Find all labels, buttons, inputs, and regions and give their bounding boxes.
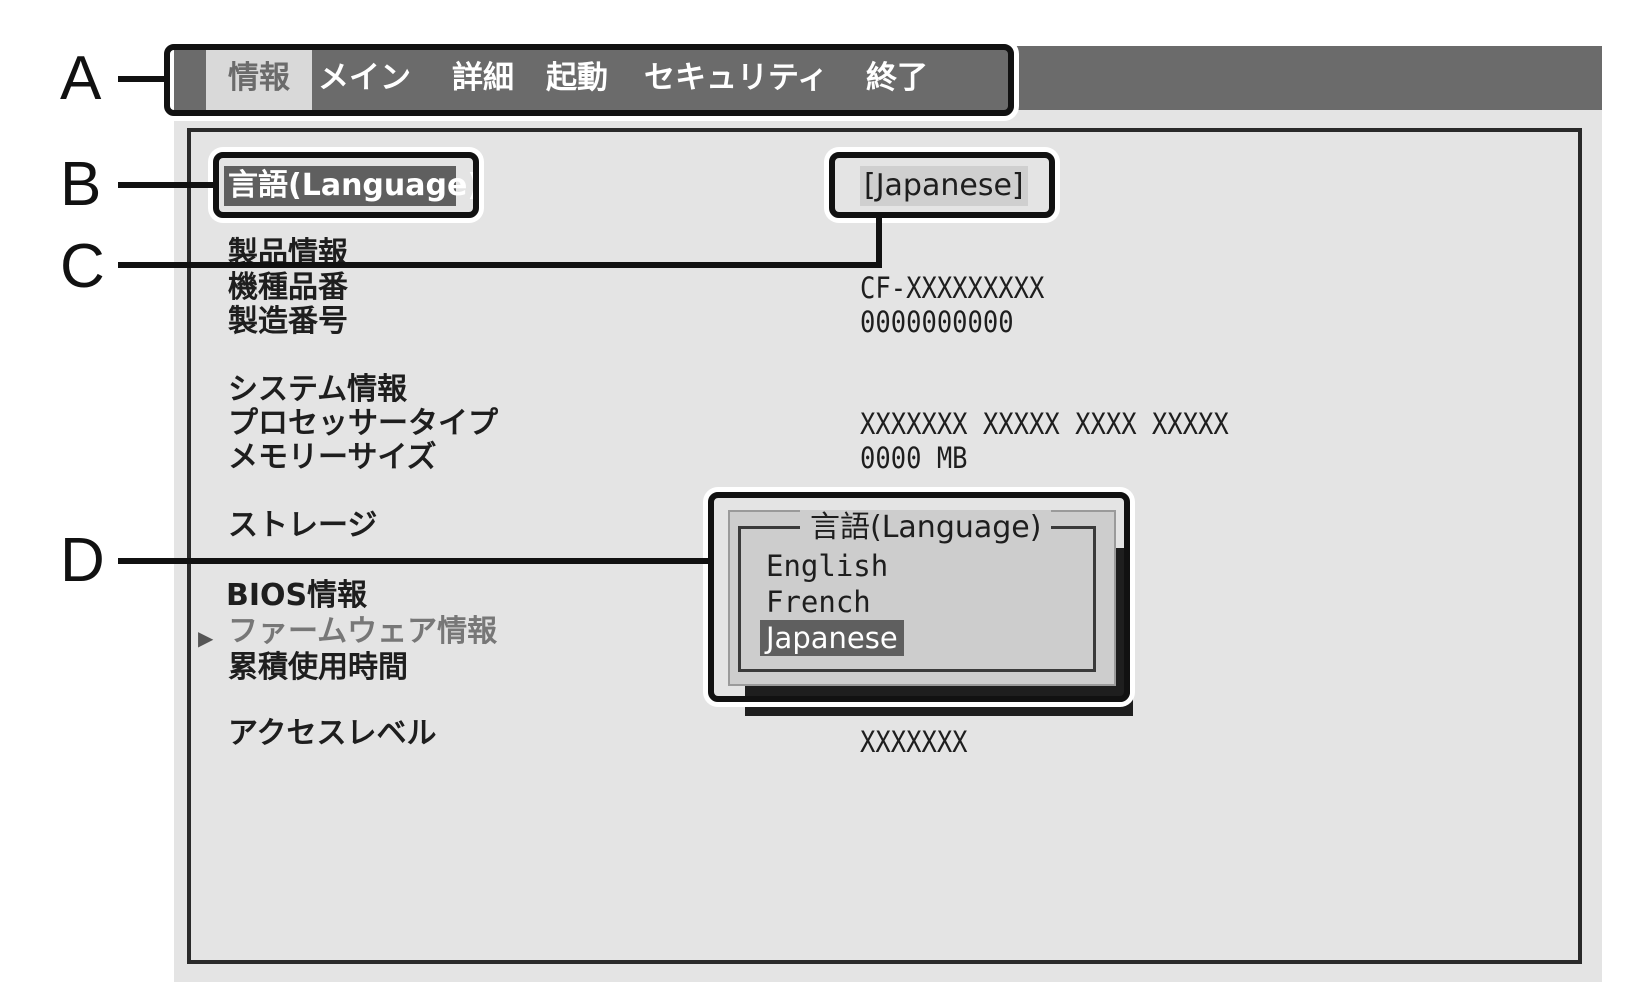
callout-c-box bbox=[829, 152, 1055, 218]
model-number-label: 機種品番 bbox=[228, 270, 348, 305]
firmware-info-item[interactable]: ファームウェア情報 bbox=[228, 614, 497, 650]
callout-d-line bbox=[118, 558, 710, 564]
callout-a-box bbox=[164, 44, 1014, 116]
storage-item[interactable]: ストレージ bbox=[228, 508, 377, 544]
callout-a-line bbox=[118, 76, 166, 82]
memory-size-value: 0000 MB bbox=[860, 441, 968, 475]
bios-info-heading: BIOS情報 bbox=[226, 578, 368, 613]
callout-c-line-horizontal bbox=[118, 262, 882, 268]
callout-c-line-vertical bbox=[876, 216, 882, 268]
access-level-value: XXXXXXX bbox=[860, 725, 968, 759]
serial-number-label: 製造番号 bbox=[228, 304, 348, 339]
cumulative-usage-time-label: 累積使用時間 bbox=[228, 650, 408, 685]
access-level-label: アクセスレベル bbox=[228, 716, 437, 751]
callout-b-box bbox=[213, 152, 479, 218]
callout-d-letter: D bbox=[60, 526, 105, 595]
memory-size-label: メモリーサイズ bbox=[228, 440, 437, 475]
processor-type-label: プロセッサータイプ bbox=[228, 406, 498, 441]
model-number-value: CF-XXXXXXXXX bbox=[860, 271, 1045, 305]
processor-type-value: XXXXXXX XXXXX XXXX XXXXX bbox=[860, 407, 1229, 441]
callout-b-letter: B bbox=[60, 150, 102, 219]
callout-c-letter: C bbox=[60, 232, 105, 301]
callout-b-line bbox=[118, 182, 214, 188]
submenu-arrow-icon: ▶ bbox=[198, 626, 214, 650]
callout-a-letter: A bbox=[60, 44, 102, 113]
serial-number-value: 0000000000 bbox=[860, 305, 1014, 339]
system-info-heading: システム情報 bbox=[228, 372, 408, 407]
callout-d-box bbox=[708, 492, 1130, 702]
